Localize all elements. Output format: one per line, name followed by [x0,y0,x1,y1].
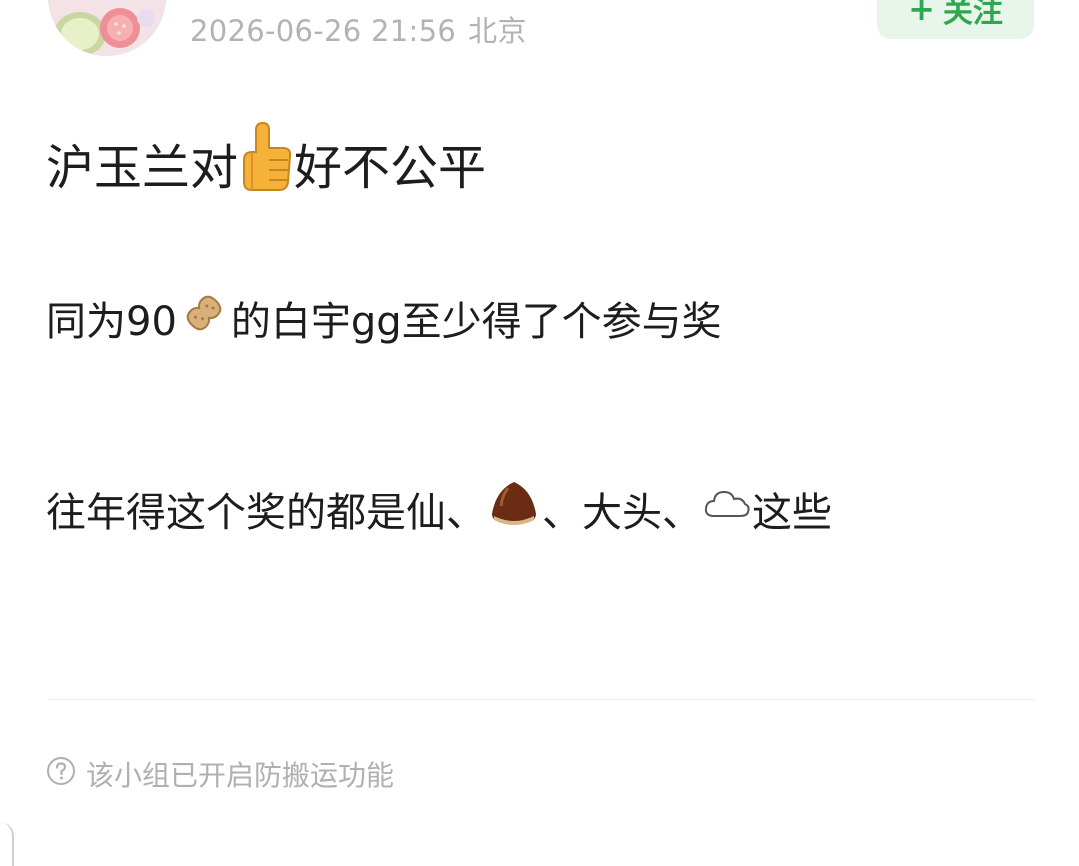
paragraph-1-text-after: 的白宇gg至少得了个参与奖 [230,299,722,345]
follow-button-label: 关注 [942,0,1003,30]
post-title-text-after: 好不公平 [294,140,487,196]
help-circle-icon [46,756,76,793]
post-title: 沪玉兰对 好不公平 [46,121,487,204]
edge-indicator [0,822,14,866]
anti-repost-notice[interactable]: 该小组已开启防搬运功能 [46,754,394,794]
paragraph-1-text-before: 同为90 [46,299,177,345]
anti-repost-notice-text: 该小组已开启防搬运功能 [86,759,395,792]
cloud-icon [702,482,752,536]
post-paragraph-1: 同为90 的白宇gg至少得了个参与奖 [46,286,722,350]
peanut-icon [177,286,231,350]
post-datetime: 2026-06-26 21:56 [190,14,457,48]
post-meta: 2026-06-26 21:56 北京 [190,8,527,50]
post-title-text-before: 沪玉兰对 [46,140,239,196]
chestnut-icon [486,478,542,540]
plus-icon: + [908,0,935,28]
post-location: 北京 [468,14,527,48]
paragraph-2-text-part2: 、大头、 [542,490,702,536]
paragraph-2-text-part1: 往年得这个奖的都是仙、 [46,490,486,536]
thumbs-up-icon [238,121,294,204]
follow-button[interactable]: + 关注 [877,0,1034,39]
paragraph-2-text-part3: 这些 [752,490,832,536]
divider [48,699,1034,700]
post-detail-page: 2026-06-26 21:56 北京 + 关注 沪玉兰对 好不公平 同为90 [0,0,1079,866]
guava-avatar-image [48,0,166,56]
post-paragraph-2: 往年得这个奖的都是仙、 、大头、 这些 [46,478,832,540]
avatar[interactable] [48,0,166,56]
